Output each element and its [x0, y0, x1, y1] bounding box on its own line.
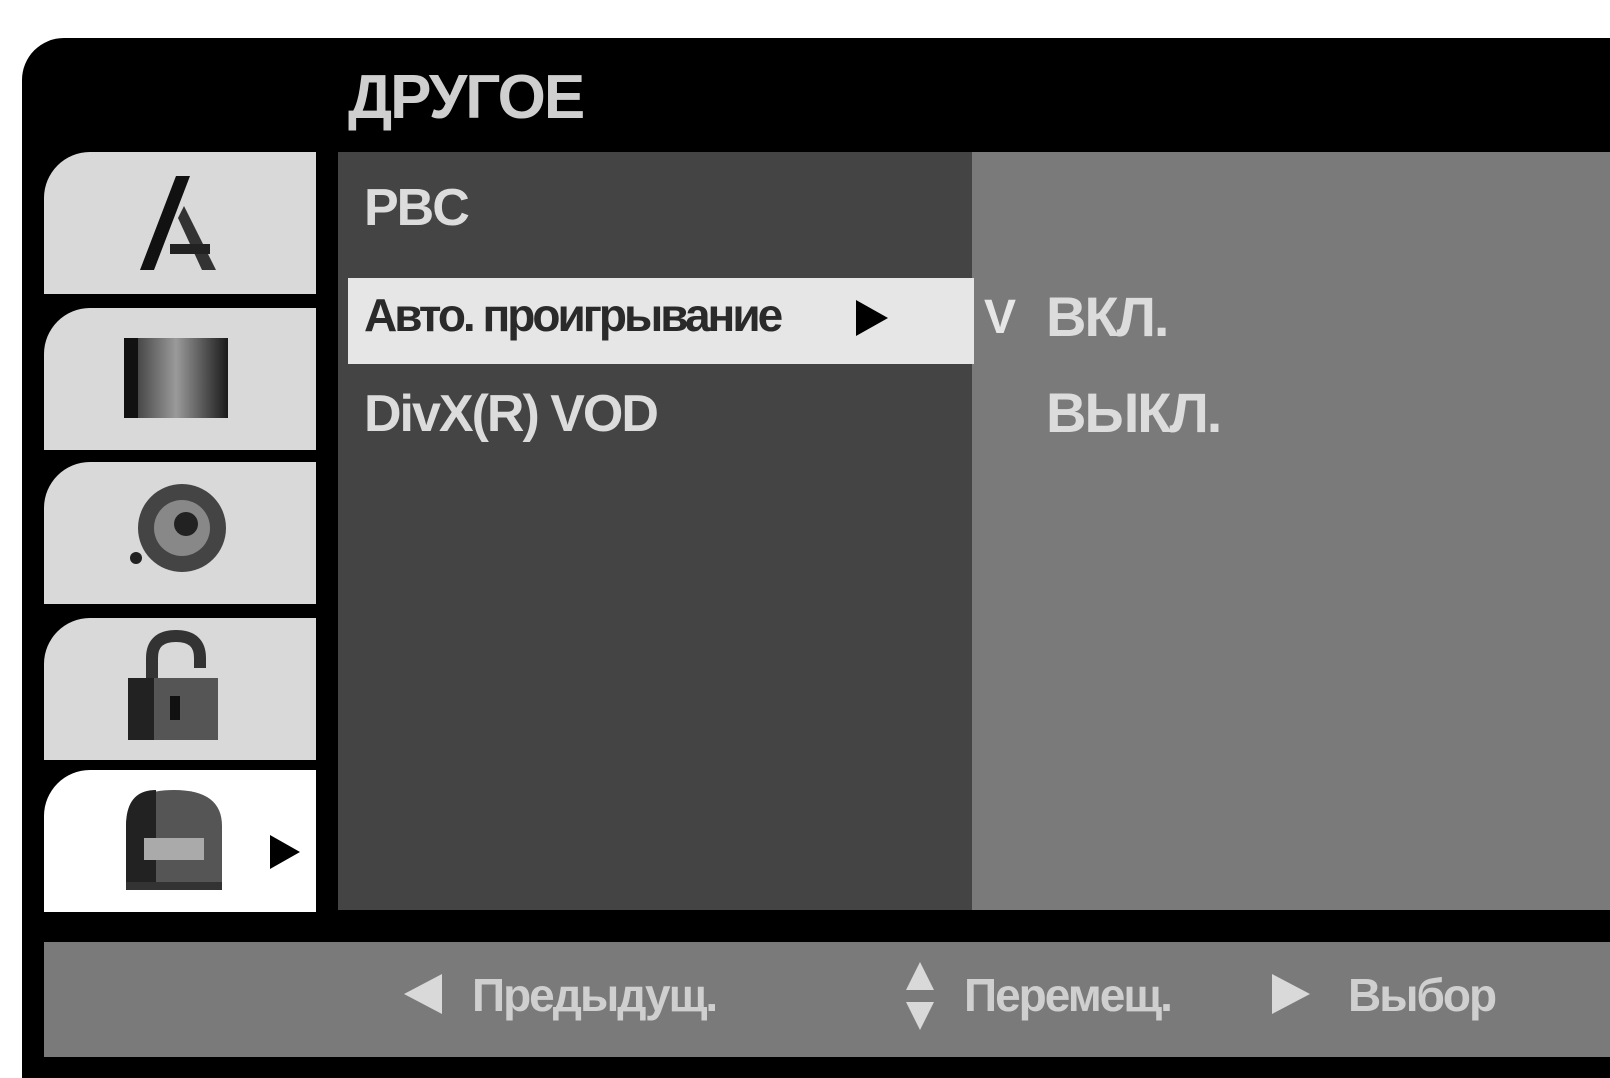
menu-item-divx-vod[interactable]: DivX(R) VOD: [364, 384, 659, 444]
hint-select: Выбор: [1348, 969, 1497, 1021]
tab-lock[interactable]: [44, 618, 316, 760]
left-arrow-icon: [404, 974, 442, 1014]
option-off[interactable]: ВЫКЛ.: [1046, 380, 1222, 445]
option-on[interactable]: ВКЛ.: [1046, 284, 1169, 349]
tab-language[interactable]: [44, 152, 316, 294]
menu-item-pbc[interactable]: PBC: [364, 178, 470, 238]
menu-item-autoplay[interactable]: Авто. проигрывание: [364, 288, 783, 342]
hint-move: Перемещ.: [964, 969, 1173, 1021]
audio-icon: [130, 484, 226, 572]
up-down-icon: [906, 962, 934, 1030]
tab-pointer-icon: [270, 835, 300, 869]
lock-icon: [128, 629, 218, 740]
tab-others[interactable]: [44, 770, 316, 912]
language-icon: [140, 176, 216, 270]
display-icon: [124, 338, 228, 418]
tab-audio[interactable]: [44, 462, 316, 604]
hint-back: Предыдущ.: [472, 969, 718, 1021]
page-title: ДРУГОЕ: [348, 63, 585, 132]
menu-panel: [338, 152, 972, 910]
tab-display[interactable]: [44, 308, 316, 450]
check-icon: V: [984, 291, 1017, 344]
menu-pointer-icon: [856, 300, 888, 336]
options-panel: [972, 152, 1610, 910]
right-arrow-icon: [1272, 974, 1310, 1014]
